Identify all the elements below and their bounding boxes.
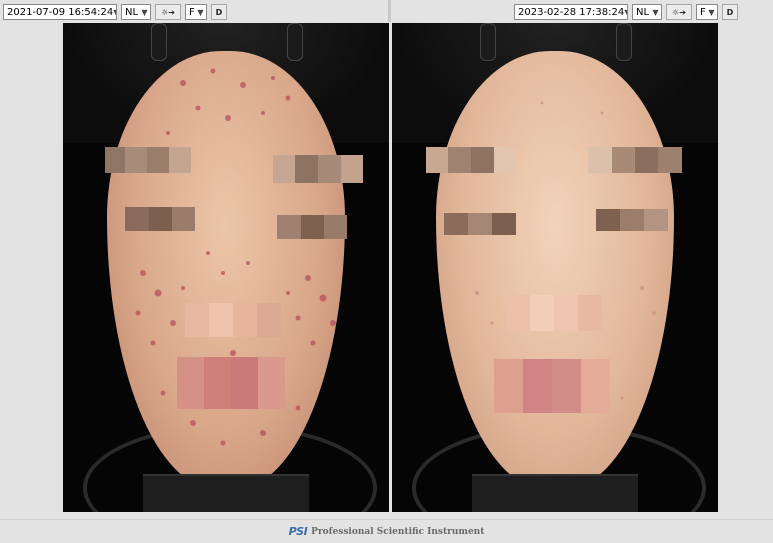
privacy-blur-eye-left: [125, 207, 195, 231]
chin-rest: [143, 474, 309, 512]
left-date-select[interactable]: 2021-07-09 16:54:24 ▼: [3, 4, 117, 20]
company-name: Professional Scientific Instrument: [311, 526, 485, 537]
left-d-label: D: [215, 7, 223, 17]
privacy-blur-mouth: [177, 357, 285, 409]
light-arrow-icon: ☼➔: [161, 7, 175, 17]
left-mode-select[interactable]: NL ▼: [121, 4, 151, 20]
right-light-button[interactable]: ☼➔: [666, 4, 692, 20]
acne-spots: [135, 68, 336, 446]
light-arrow-icon: ☼➔: [672, 7, 686, 17]
chevron-down-icon: ▼: [113, 8, 116, 17]
privacy-blur-nose: [185, 303, 281, 337]
footer: PSI Professional Scientific Instrument: [0, 519, 773, 543]
privacy-blur-mouth: [494, 359, 610, 413]
privacy-blur-eye-right: [277, 215, 347, 239]
privacy-blur-eye-right: [596, 209, 668, 231]
left-toolbar: 2021-07-09 16:54:24 ▼ NL ▼ ☼➔ F ▼ D: [3, 3, 227, 21]
left-face-image[interactable]: [63, 23, 389, 512]
left-mode-value: NL: [125, 6, 139, 18]
left-view-select[interactable]: F ▼: [185, 4, 207, 20]
right-mode-select[interactable]: NL ▼: [632, 4, 662, 20]
right-mode-value: NL: [636, 6, 650, 18]
right-face-image[interactable]: [392, 23, 718, 512]
skin-spots: [475, 101, 656, 405]
chevron-down-icon: ▼: [652, 7, 659, 17]
psi-logo: PSI: [288, 525, 308, 538]
privacy-blur-eye-left: [444, 213, 516, 235]
right-view-select[interactable]: F ▼: [696, 4, 718, 20]
left-date-value: 2021-07-09 16:54:24: [7, 6, 114, 18]
right-date-select[interactable]: 2023-02-28 17:38:24 ▼: [514, 4, 628, 20]
chevron-down-icon: ▼: [708, 7, 715, 17]
left-view-value: F: [189, 6, 195, 18]
left-light-button[interactable]: ☼➔: [155, 4, 181, 20]
privacy-blur-eyebrow-left: [426, 147, 516, 173]
right-d-button[interactable]: D: [722, 4, 738, 20]
right-d-label: D: [726, 7, 734, 17]
chevron-down-icon: ▼: [624, 8, 627, 17]
right-view-value: F: [700, 6, 706, 18]
chin-rest: [472, 474, 638, 512]
privacy-blur-nose: [506, 295, 602, 331]
left-d-button[interactable]: D: [211, 4, 227, 20]
privacy-blur-eyebrow-right: [588, 147, 682, 173]
privacy-blur-eyebrow-left: [105, 147, 191, 173]
chevron-down-icon: ▼: [197, 7, 204, 17]
toolbar-divider: [388, 0, 391, 22]
right-toolbar: 2023-02-28 17:38:24 ▼ NL ▼ ☼➔ F ▼ D: [514, 3, 738, 21]
chevron-down-icon: ▼: [141, 7, 148, 17]
right-date-value: 2023-02-28 17:38:24: [518, 6, 625, 18]
privacy-blur-eyebrow-right: [273, 155, 363, 183]
